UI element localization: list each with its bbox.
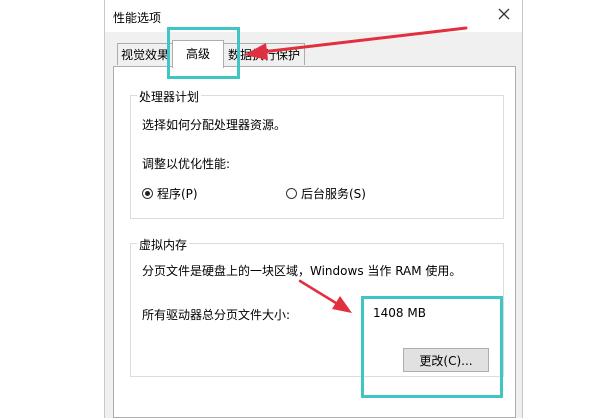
close-icon[interactable]	[492, 2, 516, 26]
radio-background-indicator[interactable]	[286, 188, 297, 199]
tab-advanced[interactable]: 高级	[172, 40, 224, 68]
advanced-tab-panel: 处理器计划 选择如何分配处理器资源。 调整以优化性能: 程序(P) 后台服务(S…	[113, 66, 516, 418]
virtual-memory-group: 虚拟内存 分页文件是硬盘上的一块区域，Windows 当作 RAM 使用。 所有…	[130, 236, 504, 377]
title-bar: 性能选项	[105, 0, 522, 32]
change-button[interactable]: 更改(C)...	[403, 348, 489, 372]
window-title: 性能选项	[113, 11, 162, 25]
radio-background-services[interactable]: 后台服务(S)	[286, 185, 366, 202]
radio-programs-indicator[interactable]	[142, 188, 153, 199]
tab-visual-effects[interactable]: 视觉效果	[117, 43, 173, 65]
radio-programs-label: 程序(P)	[157, 187, 198, 201]
virtual-memory-description: 分页文件是硬盘上的一块区域，Windows 当作 RAM 使用。	[142, 264, 462, 278]
performance-options-dialog: 性能选项 视觉效果 高级 数据执行保护 处理器计划 选择如何分配处理器资源。 调…	[104, 0, 523, 418]
radio-background-label: 后台服务(S)	[301, 187, 366, 201]
radio-programs[interactable]: 程序(P)	[142, 185, 198, 202]
processor-scheduling-group: 处理器计划 选择如何分配处理器资源。 调整以优化性能: 程序(P) 后台服务(S…	[130, 88, 504, 219]
total-paging-size-label: 所有驱动器总分页文件大小:	[142, 308, 291, 322]
virtual-memory-group-title: 虚拟内存	[137, 236, 190, 253]
processor-group-title: 处理器计划	[137, 88, 202, 105]
processor-description: 选择如何分配处理器资源。	[142, 118, 287, 132]
tab-data-execution-prevention[interactable]: 数据执行保护	[223, 43, 305, 65]
optimize-label: 调整以优化性能:	[142, 157, 231, 171]
total-paging-size-value: 1408 MB	[373, 306, 426, 320]
